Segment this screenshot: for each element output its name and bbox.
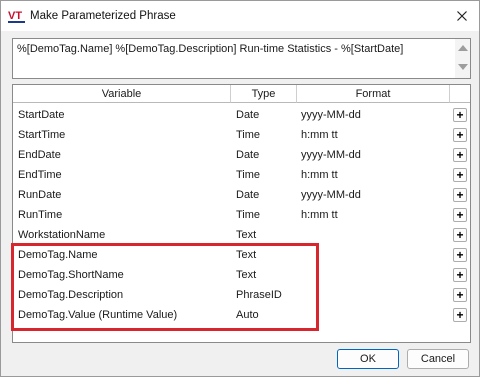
add-variable-button[interactable]: + [453,268,467,282]
cell-format[interactable]: yyyy-MM-dd [301,185,361,205]
cell-type[interactable]: Time [236,205,260,225]
logo-text: VT [8,10,22,22]
add-variable-button[interactable]: + [453,228,467,242]
phrase-scrollbar[interactable] [455,39,470,78]
table-row[interactable]: WorkstationName Text + [13,225,470,245]
highlight-box [11,243,319,331]
column-header-type[interactable]: Type [231,85,297,103]
add-variable-button[interactable]: + [453,288,467,302]
cell-type[interactable]: Text [236,225,256,245]
cell-format[interactable]: h:mm tt [301,165,338,185]
cell-type[interactable]: Date [236,105,259,125]
cell-format[interactable]: yyyy-MM-dd [301,145,361,165]
cell-variable[interactable]: EndDate [18,145,61,165]
add-variable-button[interactable]: + [453,148,467,162]
add-variable-button[interactable]: + [453,208,467,222]
cell-type[interactable]: Time [236,165,260,185]
cell-format[interactable]: h:mm tt [301,205,338,225]
table-row[interactable]: EndDate Date yyyy-MM-dd + [13,145,470,165]
cell-type[interactable]: Date [236,145,259,165]
cell-format[interactable]: yyyy-MM-dd [301,105,361,125]
table-row[interactable]: StartTime Time h:mm tt + [13,125,470,145]
window-title: Make Parameterized Phrase [30,10,176,22]
add-variable-button[interactable]: + [453,108,467,122]
cell-variable[interactable]: WorkstationName [18,225,105,245]
cell-variable[interactable]: StartTime [18,125,65,145]
title-bar: VT Make Parameterized Phrase [1,1,479,31]
column-header-format[interactable]: Format [297,85,450,103]
cell-variable[interactable]: StartDate [18,105,64,125]
add-variable-button[interactable]: + [453,188,467,202]
scroll-up-icon[interactable] [458,45,468,51]
scroll-down-icon[interactable] [458,64,468,70]
dialog-window: VT Make Parameterized Phrase %[DemoTag.N… [0,0,480,377]
column-header-variable[interactable]: Variable [13,85,231,103]
add-variable-button[interactable]: + [453,168,467,182]
cell-type[interactable]: Date [236,185,259,205]
phrase-textarea[interactable]: %[DemoTag.Name] %[DemoTag.Description] R… [12,38,471,79]
add-variable-button[interactable]: + [453,248,467,262]
table-row[interactable]: EndTime Time h:mm tt + [13,165,470,185]
close-icon [457,11,467,21]
phrase-text: %[DemoTag.Name] %[DemoTag.Description] R… [17,43,404,55]
ok-button[interactable]: OK [337,349,399,369]
app-logo-icon: VT [8,10,25,23]
table-row[interactable]: StartDate Date yyyy-MM-dd + [13,105,470,125]
close-button[interactable] [445,1,479,31]
cell-type[interactable]: Time [236,125,260,145]
cancel-button[interactable]: Cancel [407,349,469,369]
cell-variable[interactable]: RunDate [18,185,61,205]
cell-variable[interactable]: EndTime [18,165,62,185]
table-row[interactable]: RunTime Time h:mm tt + [13,205,470,225]
column-header-action [450,85,470,103]
add-variable-button[interactable]: + [453,128,467,142]
cell-variable[interactable]: RunTime [18,205,62,225]
table-row[interactable]: RunDate Date yyyy-MM-dd + [13,185,470,205]
add-variable-button[interactable]: + [453,308,467,322]
cell-format[interactable]: h:mm tt [301,125,338,145]
